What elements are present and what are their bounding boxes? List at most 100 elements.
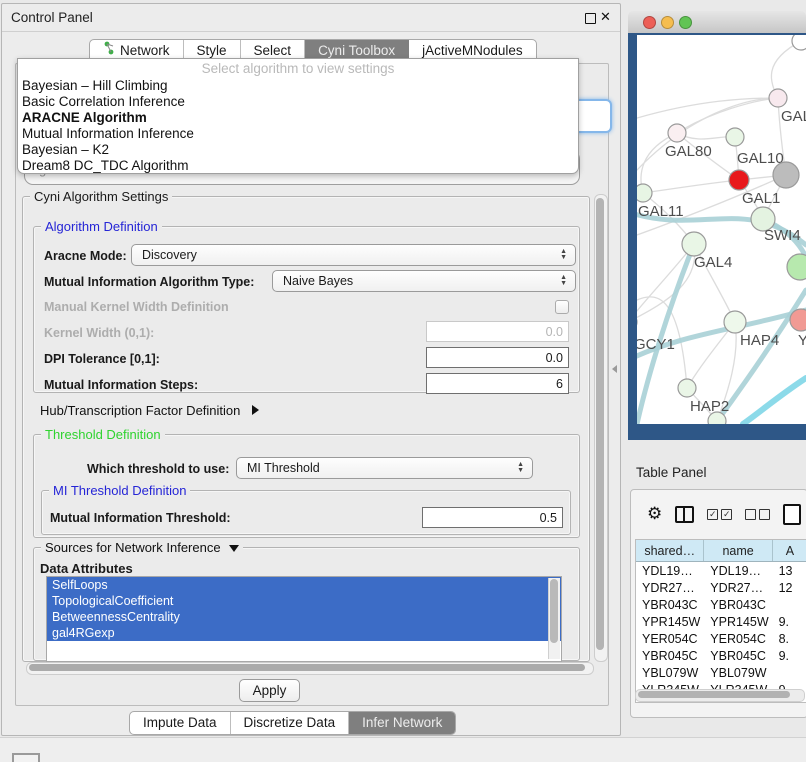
- select-all-columns-icon[interactable]: ✓✓: [707, 509, 732, 520]
- network-node-gal1[interactable]: [729, 170, 749, 190]
- network-edge[interactable]: [743, 378, 806, 424]
- network-node-hap4[interactable]: [724, 311, 746, 333]
- algorithm-definition-title: Algorithm Definition: [41, 219, 162, 234]
- network-node-gal80[interactable]: [668, 124, 686, 142]
- algorithm-option-bayesian-hill-climbing[interactable]: Bayesian – Hill Climbing: [18, 78, 578, 94]
- manual-kernel-width-checkbox[interactable]: [555, 300, 569, 314]
- mi-algorithm-type-label: Mutual Information Algorithm Type:: [44, 275, 254, 289]
- table-horizontal-scrollbar[interactable]: [635, 689, 805, 702]
- unselect-all-columns-icon[interactable]: [745, 509, 770, 520]
- network-edge[interactable]: [637, 244, 694, 322]
- algorithm-option-aracne-algorithm[interactable]: ARACNE Algorithm: [18, 110, 578, 126]
- mi-algorithm-type-combo[interactable]: Naive Bayes ▲▼: [272, 270, 576, 292]
- attribute-item[interactable]: SelfLoops: [47, 577, 561, 593]
- network-node-gal11[interactable]: [637, 184, 652, 202]
- table-row[interactable]: YBR043CYBR043C: [636, 596, 806, 613]
- kernel-width-value: 0.0: [546, 325, 563, 339]
- column-header-2[interactable]: name: [704, 540, 772, 561]
- table-cell: YBR045C: [704, 649, 772, 663]
- table-cell: YBR045C: [636, 649, 704, 663]
- split-divider-handle[interactable]: [612, 365, 617, 373]
- table-row[interactable]: YBL079WYBL079W: [636, 664, 806, 681]
- table-cell: YBR043C: [704, 598, 772, 612]
- algorithm-dropdown-popup: Select algorithm to view settings Bayesi…: [17, 58, 579, 174]
- mac-minimize-button[interactable]: [661, 16, 674, 29]
- tab-infer-network[interactable]: Infer Network: [349, 712, 455, 734]
- data-attributes-list[interactable]: SelfLoopsTopologicalCoefficientBetweenne…: [46, 576, 562, 662]
- network-edge[interactable]: [637, 244, 695, 322]
- tab-label: Discretize Data: [244, 712, 336, 734]
- apply-button[interactable]: Apply: [239, 679, 300, 702]
- column-header-3[interactable]: A: [773, 540, 806, 561]
- close-panel-icon[interactable]: ✕: [600, 9, 611, 25]
- table-cell: YBL079W: [704, 666, 772, 680]
- node-label-hap4: HAP4: [740, 332, 779, 349]
- algorithm-option-bayesian-k2[interactable]: Bayesian – K2: [18, 142, 578, 158]
- mac-zoom-button[interactable]: [679, 16, 692, 29]
- tab-discretize-data[interactable]: Discretize Data: [231, 712, 350, 734]
- dpi-tolerance-field[interactable]: 0.0: [426, 347, 569, 368]
- kernel-width-field[interactable]: 0.0: [426, 321, 569, 342]
- network-node-gal10[interactable]: [726, 128, 744, 146]
- table-row[interactable]: YER054CYER054C8.: [636, 630, 806, 647]
- tab-label: Impute Data: [143, 712, 217, 734]
- mi-steps-label: Mutual Information Steps:: [44, 378, 198, 392]
- aracne-mode-combo[interactable]: Discovery ▲▼: [131, 244, 576, 266]
- new-table-icon[interactable]: [783, 504, 801, 525]
- network-node-gal[interactable]: [769, 89, 787, 107]
- algorithm-option-dream8-dc-tdc-algorithm[interactable]: Dream8 DC_TDC Algorithm: [18, 158, 578, 174]
- network-edge[interactable]: [641, 133, 677, 193]
- network-edge[interactable]: [677, 98, 778, 133]
- network-edge[interactable]: [643, 180, 739, 193]
- data-attributes-label: Data Attributes: [40, 561, 133, 576]
- table-row[interactable]: YDL19…YDL19…13: [636, 562, 806, 579]
- minimized-panel-icon[interactable]: [12, 753, 40, 762]
- table-row[interactable]: YPR145WYPR145W9.: [636, 613, 806, 630]
- hub-definition-toggle[interactable]: Hub/Transcription Factor Definition: [40, 403, 259, 418]
- table-cell: 9.: [773, 649, 806, 663]
- network-window-titlebar[interactable]: [628, 11, 806, 34]
- tab-impute-data[interactable]: Impute Data: [130, 712, 231, 734]
- attributes-scrollbar-thumb[interactable]: [550, 579, 558, 643]
- gear-icon[interactable]: ⚙: [647, 504, 662, 524]
- network-node-y[interactable]: [790, 309, 806, 331]
- mac-close-button[interactable]: [643, 16, 656, 29]
- network-node[interactable]: [773, 162, 799, 188]
- table-cell: 8.: [773, 632, 806, 646]
- float-panel-icon[interactable]: [585, 13, 596, 24]
- tab-label: Infer Network: [362, 712, 442, 734]
- columns-icon[interactable]: [675, 506, 694, 523]
- attribute-item[interactable]: TopologicalCoefficient: [47, 593, 561, 609]
- table-row[interactable]: YBR045CYBR045C9.: [636, 647, 806, 664]
- which-threshold-combo[interactable]: MI Threshold ▲▼: [236, 457, 533, 479]
- network-canvas[interactable]: GALGAL80GAL10GAL1GAL11SWI4GAL4GCY1HAP4YH…: [637, 35, 806, 424]
- network-node[interactable]: [787, 254, 806, 280]
- mi-threshold-field[interactable]: 0.5: [422, 507, 563, 528]
- attribute-item[interactable]: BetweennessCentrality: [47, 609, 561, 625]
- settings-vertical-scrollbar-thumb[interactable]: [596, 198, 604, 650]
- settings-horizontal-scrollbar[interactable]: [26, 662, 594, 675]
- settings-vertical-scrollbar[interactable]: [594, 194, 608, 662]
- algorithm-option-basic-correlation-inference[interactable]: Basic Correlation Inference: [18, 94, 578, 110]
- mi-steps-field[interactable]: 6: [426, 373, 569, 394]
- network-node[interactable]: [792, 35, 806, 50]
- table-row[interactable]: YDR27…YDR27…12: [636, 579, 806, 596]
- kernel-width-label: Kernel Width (0,1):: [44, 326, 154, 340]
- attributes-scrollbar[interactable]: [548, 578, 560, 659]
- data-tab-bar: Impute Data Discretize Data Infer Network: [129, 711, 456, 735]
- column-header-1[interactable]: shared…: [636, 540, 704, 561]
- network-node-gal4[interactable]: [682, 232, 706, 256]
- table-cell: 13: [773, 564, 806, 578]
- table-horizontal-scrollbar-thumb[interactable]: [638, 691, 790, 698]
- node-label-gal: GAL: [781, 108, 806, 125]
- network-node-hap2[interactable]: [678, 379, 696, 397]
- algorithm-popup-placeholder: Select algorithm to view settings: [18, 61, 578, 78]
- algorithm-option-mutual-information-inference[interactable]: Mutual Information Inference: [18, 126, 578, 142]
- table-toolbar: ⚙ ✓✓: [631, 496, 806, 532]
- settings-horizontal-scrollbar-thumb[interactable]: [29, 664, 585, 671]
- table-cell: 12: [773, 581, 806, 595]
- network-node[interactable]: [708, 412, 726, 424]
- node-attribute-table[interactable]: shared…nameAYDL19…YDL19…13YDR27…YDR27…12…: [635, 539, 806, 703]
- combo-arrows-icon: ▲▼: [560, 249, 567, 261]
- attribute-item[interactable]: gal4RGexp: [47, 625, 561, 641]
